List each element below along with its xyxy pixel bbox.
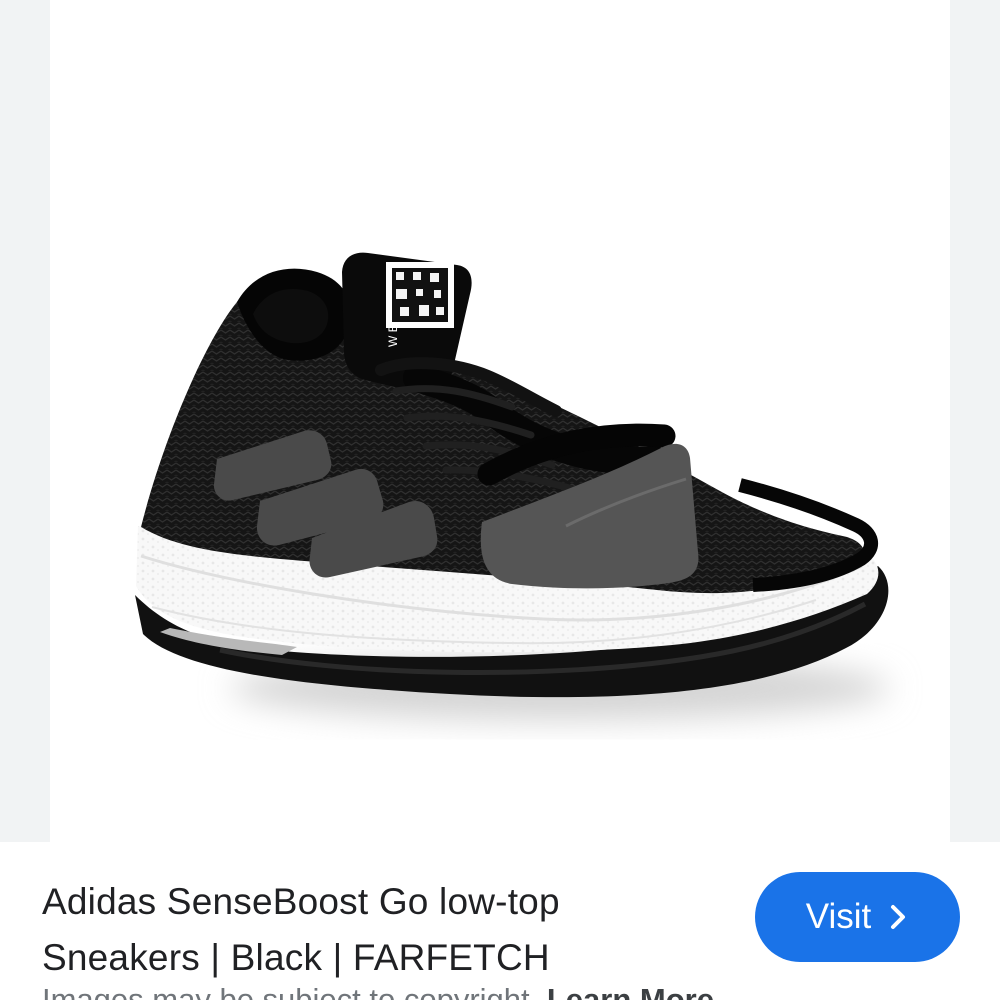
product-image[interactable]: W E: [50, 0, 950, 842]
copyright-notice: Images may be subject to copyright. Lear…: [42, 982, 802, 1000]
visit-button-label: Visit: [805, 897, 872, 936]
learn-more-link[interactable]: Learn More: [547, 982, 714, 1000]
chevron-right-icon: [891, 905, 906, 929]
image-viewer: W E: [0, 0, 1000, 842]
tongue-lettering: W E: [386, 324, 400, 347]
visit-button[interactable]: Visit: [755, 872, 960, 962]
product-title[interactable]: Adidas SenseBoost Go low-top Sneakers | …: [42, 874, 702, 986]
copyright-text: Images may be subject to copyright.: [42, 982, 539, 1000]
product-title-line-1: Adidas SenseBoost Go low-top: [42, 881, 560, 922]
result-info-panel: Adidas SenseBoost Go low-top Sneakers | …: [0, 842, 1000, 1000]
product-title-line-2: Sneakers | Black | FARFETCH: [42, 937, 550, 978]
sneaker-image: W E: [135, 252, 890, 720]
image-result-screen: W E Adidas SenseBoost Go low-top Sneaker…: [0, 0, 1000, 1000]
